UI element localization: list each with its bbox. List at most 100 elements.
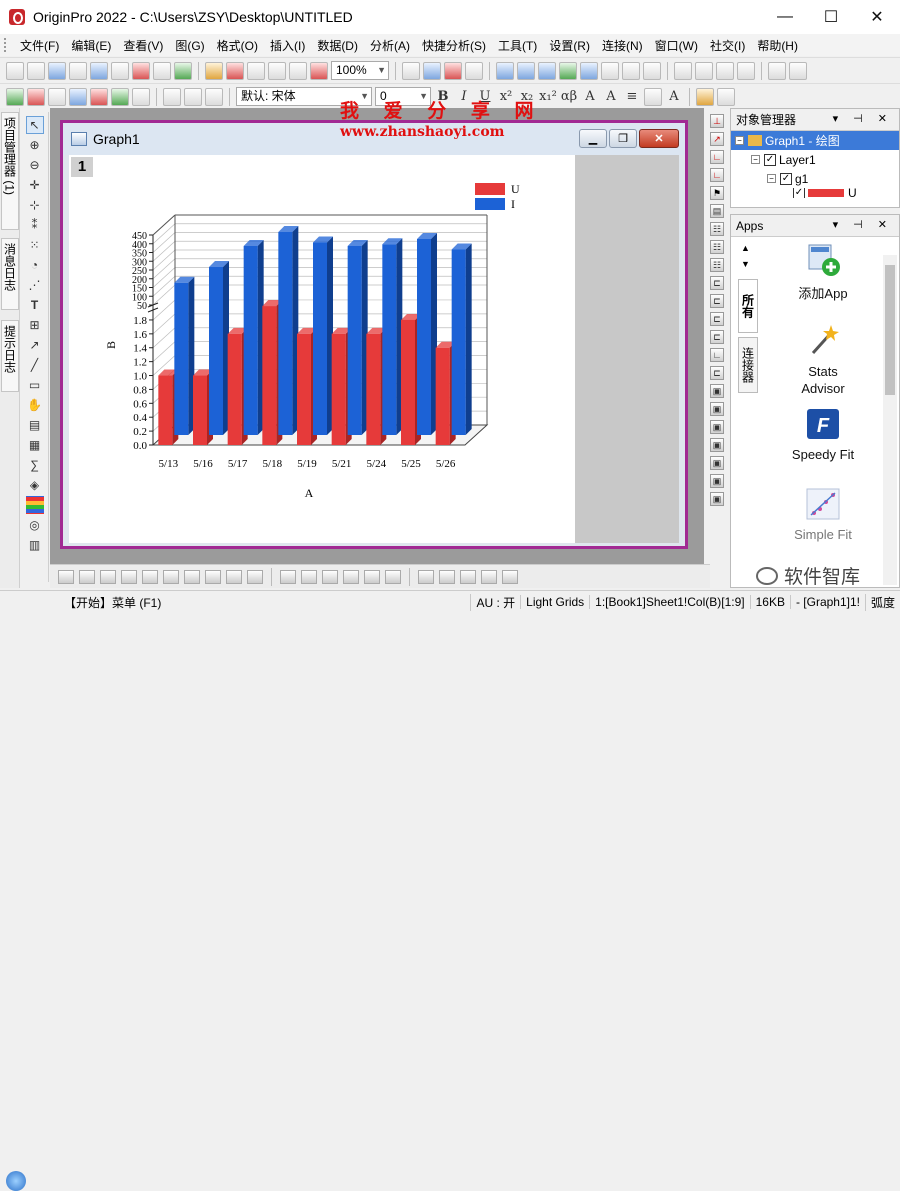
zoom-in-icon[interactable]: ⊕ xyxy=(26,136,44,154)
greek-icon[interactable]: αβ xyxy=(560,89,578,104)
scale-icon[interactable]: ✛ xyxy=(26,176,44,194)
theme-icon[interactable] xyxy=(696,87,714,106)
cut-icon[interactable] xyxy=(163,87,181,106)
collapse-icon[interactable]: − xyxy=(735,136,744,145)
legend-icon[interactable]: ☷ xyxy=(710,222,724,236)
save-template-icon[interactable] xyxy=(268,61,286,80)
set-xy-icon[interactable] xyxy=(768,61,786,80)
color-scale-icon[interactable] xyxy=(25,496,44,514)
pointer-icon[interactable]: ↖ xyxy=(25,116,44,134)
tree-item-u[interactable]: ✓ U xyxy=(731,188,899,198)
app-speedy-fit[interactable]: F Speedy Fit xyxy=(763,407,883,462)
open-template-icon[interactable] xyxy=(226,61,244,80)
import-icon[interactable] xyxy=(289,61,307,80)
scatter-plot-icon[interactable] xyxy=(79,569,95,584)
menu-data[interactable]: 数据(D) xyxy=(311,37,364,54)
checkbox-icon[interactable]: ✓ xyxy=(793,188,805,198)
stat-columns-icon[interactable] xyxy=(716,61,734,80)
merge-layer-icon[interactable]: ⚑ xyxy=(710,186,724,200)
menu-analysis[interactable]: 分析(A) xyxy=(364,37,416,54)
menu-file[interactable]: 文件(F) xyxy=(14,37,65,54)
grid-icon[interactable] xyxy=(343,569,359,584)
new-workbook-icon[interactable] xyxy=(48,61,66,80)
status-angle-unit[interactable]: 弧度 xyxy=(864,593,900,611)
align-icon[interactable]: ≡ xyxy=(623,89,641,104)
menu-insert[interactable]: 插入(I) xyxy=(264,37,311,54)
tree-item-g1[interactable]: − ✓ g1 xyxy=(731,169,899,188)
fill-icon[interactable] xyxy=(385,569,401,584)
axis-icon[interactable]: ⊥ xyxy=(710,114,724,128)
swap-layers-icon[interactable]: ▣ xyxy=(710,474,724,488)
timestamp-icon[interactable]: ⊏ xyxy=(710,294,724,308)
align-left-icon[interactable] xyxy=(460,569,476,584)
import-csv-icon[interactable] xyxy=(27,87,45,106)
results-log-icon[interactable] xyxy=(517,61,535,80)
layer-icon[interactable] xyxy=(132,87,150,106)
project-explorer-icon[interactable] xyxy=(496,61,514,80)
rectangle-tool-icon[interactable]: ▭ xyxy=(26,376,44,394)
database-icon[interactable] xyxy=(69,87,87,106)
3d-plot-icon[interactable] xyxy=(247,569,263,584)
zoom-select[interactable]: 100% ▼ xyxy=(331,61,389,80)
insert-graph-icon[interactable]: ▤ xyxy=(26,416,44,434)
checkbox-icon[interactable]: ✓ xyxy=(780,172,792,185)
waterfall-icon[interactable] xyxy=(184,569,200,584)
specialized-icon[interactable] xyxy=(226,569,242,584)
status-theme[interactable]: Light Grids xyxy=(520,595,589,609)
paste-icon[interactable] xyxy=(205,87,223,106)
panel-controls-icon[interactable]: ▾ ⊣ ✕ xyxy=(833,112,893,125)
new-layout-icon[interactable] xyxy=(153,61,171,80)
duplicate-icon[interactable] xyxy=(444,61,462,80)
scroll-down-icon[interactable]: ▼ xyxy=(741,259,750,269)
hand-tool-icon[interactable]: ✋ xyxy=(26,396,44,414)
new-legend-icon[interactable]: ⊏ xyxy=(710,312,724,326)
menu-preferences[interactable]: 设置(R) xyxy=(543,37,596,54)
graph-window[interactable]: Graph1 ▁ ❐ ✕ 1 0.0 0.2 0.4 0.6 0.8 1.0 1.2 1.4 1… xyxy=(60,120,688,549)
scale-bar-icon[interactable]: ∟ xyxy=(710,348,724,362)
refresh-icon[interactable] xyxy=(423,61,441,80)
apps-scrollbar[interactable] xyxy=(883,255,897,585)
draw-data-icon[interactable]: ⋰ xyxy=(26,276,44,294)
bubble-legend-icon[interactable]: ☷ xyxy=(710,258,724,272)
save-project-icon[interactable] xyxy=(247,61,265,80)
new-graph-window-icon[interactable] xyxy=(580,61,598,80)
checkbox-icon[interactable]: ✓ xyxy=(764,153,776,166)
code-builder-icon[interactable] xyxy=(465,61,483,80)
collapse-icon[interactable]: − xyxy=(767,174,776,183)
line-color-icon[interactable] xyxy=(644,87,662,106)
line-tool-icon[interactable]: ╱ xyxy=(26,356,44,374)
menu-format[interactable]: 格式(O) xyxy=(211,37,264,54)
text-tool-icon[interactable]: T xyxy=(26,296,44,314)
theme-organizer-icon[interactable]: ◎ xyxy=(26,516,44,534)
add-column-icon[interactable] xyxy=(674,61,692,80)
graph-overflow-icon[interactable]: ▣ xyxy=(710,492,724,506)
align-layers-icon[interactable]: ▣ xyxy=(710,438,724,452)
insert-table-icon[interactable]: ▦ xyxy=(26,436,44,454)
add-layer-icon[interactable]: ∟ xyxy=(710,150,724,164)
new-folder-icon[interactable] xyxy=(27,61,45,80)
minimize-button[interactable]: — xyxy=(762,0,808,34)
area-plot-icon[interactable] xyxy=(142,569,158,584)
data-selector-icon[interactable]: ⁙ xyxy=(26,236,44,254)
stats-icon[interactable] xyxy=(622,61,640,80)
close-button[interactable]: ✕ xyxy=(854,0,900,34)
align-right-icon[interactable] xyxy=(481,569,497,584)
menu-view[interactable]: 查看(V) xyxy=(117,37,169,54)
status-active-graph[interactable]: - [Graph1]1! xyxy=(789,595,865,609)
panel-controls-icon[interactable]: ▾ ⊣ ✕ xyxy=(833,218,893,231)
distribute-icon[interactable] xyxy=(502,569,518,584)
recalculate-icon[interactable] xyxy=(310,61,328,80)
graph-restore-button[interactable]: ❐ xyxy=(609,129,637,148)
menu-grip[interactable] xyxy=(4,38,8,52)
tree-item-layer1[interactable]: − ✓ Layer1 xyxy=(731,150,899,169)
tab-messages-log[interactable]: 消息日志 xyxy=(1,238,19,310)
toolbar-overflow-icon[interactable] xyxy=(789,61,807,80)
tab-smart-hint-log[interactable]: 提示日志 xyxy=(1,320,19,392)
add-right-y-icon[interactable]: ∟ xyxy=(710,168,724,182)
menu-graph[interactable]: 图(G) xyxy=(169,37,210,54)
template-icon[interactable] xyxy=(280,569,296,584)
new-function-icon[interactable] xyxy=(132,61,150,80)
font-color-icon[interactable]: A xyxy=(665,89,683,104)
group-icon[interactable] xyxy=(301,569,317,584)
script-icon[interactable] xyxy=(643,61,661,80)
